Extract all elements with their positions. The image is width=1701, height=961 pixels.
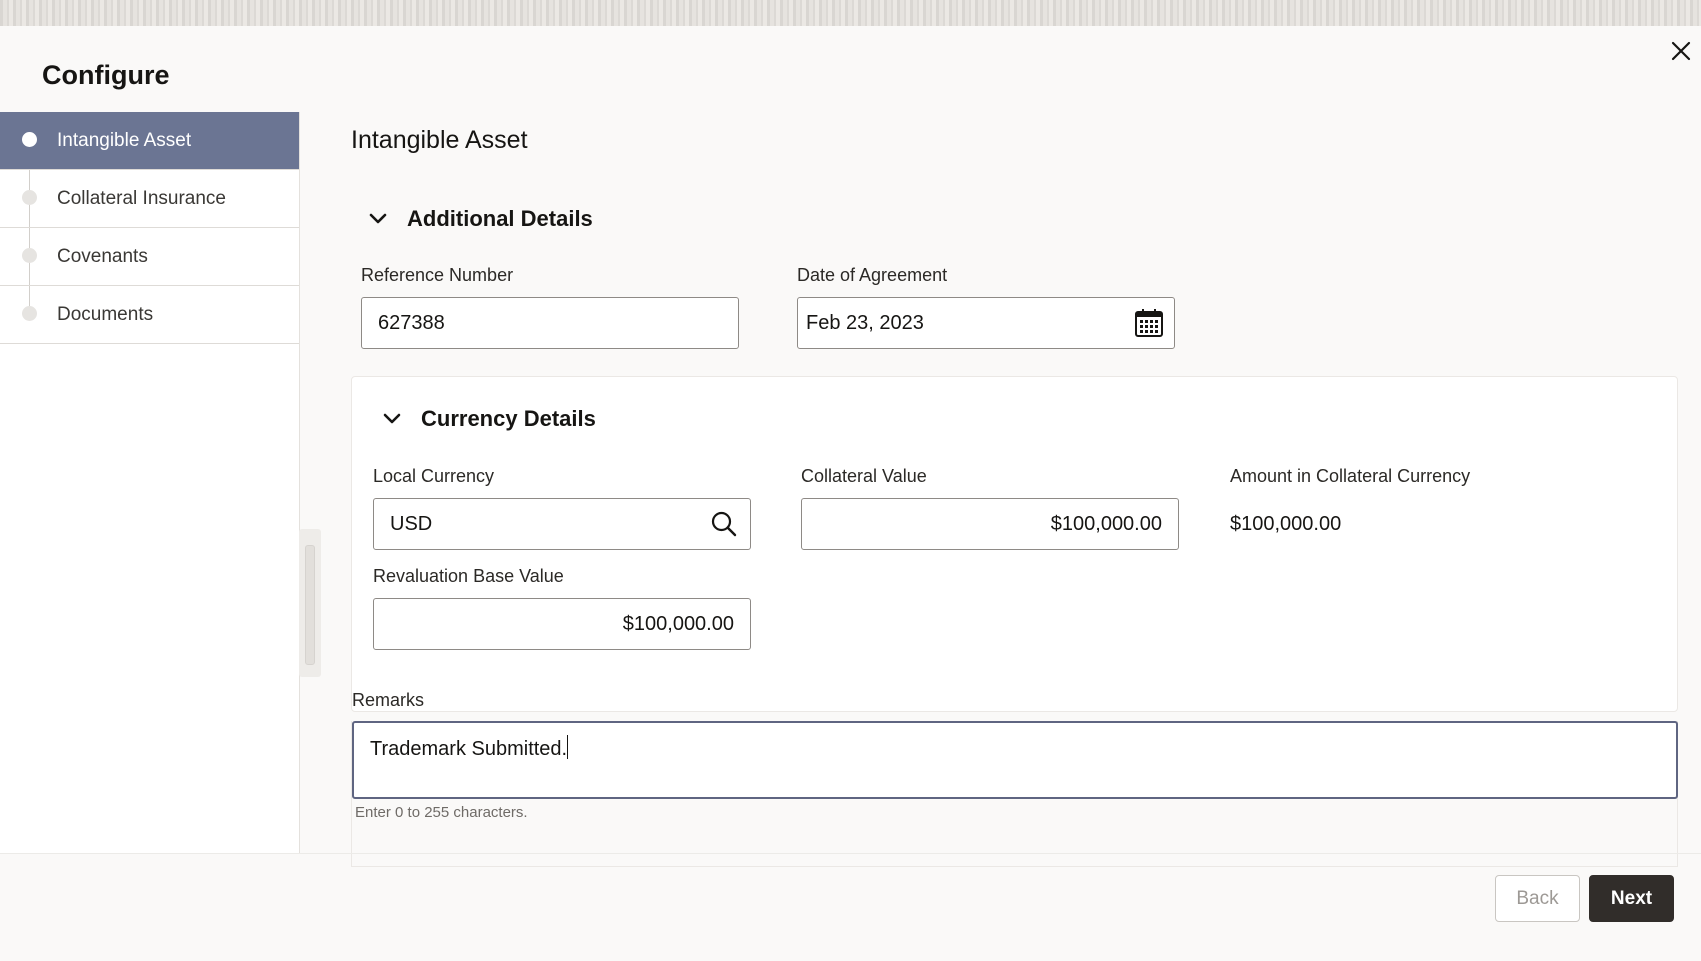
panel-splitter[interactable]	[299, 529, 321, 677]
revaluation-base-value-field[interactable]: $100,000.00	[373, 598, 751, 650]
step-intangible-asset[interactable]: Intangible Asset	[0, 112, 299, 170]
revaluation-base-value-label: Revaluation Base Value	[373, 566, 564, 586]
amount-in-collateral-currency-value: $100,000.00	[1230, 513, 1342, 535]
reference-number-value: 627388	[378, 311, 445, 334]
step-label: Intangible Asset	[57, 129, 192, 151]
currency-details-toggle[interactable]: Currency Details	[381, 406, 596, 432]
step-indicator	[22, 306, 37, 321]
chevron-down-icon	[383, 413, 401, 424]
collateral-value-value: $100,000.00	[1050, 512, 1162, 535]
text-cursor	[567, 735, 569, 759]
currency-details-header: Currency Details	[421, 406, 596, 431]
date-of-agreement-value: Feb 23, 2023	[806, 311, 924, 334]
additional-details-toggle[interactable]: Additional Details	[367, 206, 593, 232]
calendar-icon[interactable]	[1134, 308, 1164, 338]
local-currency-value: USD	[390, 512, 433, 535]
step-label: Collateral Insurance	[57, 187, 226, 209]
step-covenants[interactable]: Covenants	[0, 228, 299, 286]
search-icon[interactable]	[710, 510, 738, 538]
step-label: Documents	[57, 303, 154, 325]
footer-divider	[0, 853, 1701, 854]
collateral-value-field[interactable]: $100,000.00	[801, 498, 1179, 550]
remarks-textarea[interactable]: Trademark Submitted.	[352, 721, 1678, 799]
section-title: Intangible Asset	[351, 126, 528, 154]
step-documents[interactable]: Documents	[0, 286, 299, 344]
date-of-agreement-field[interactable]: Feb 23, 2023	[797, 297, 1175, 349]
reference-number-field[interactable]: 627388	[361, 297, 739, 349]
step-indicator	[22, 248, 37, 263]
dialog-title: Configure	[42, 60, 170, 90]
splitter-handle[interactable]	[305, 545, 315, 665]
close-icon	[1671, 41, 1691, 61]
collateral-value-label: Collateral Value	[801, 466, 927, 486]
next-button[interactable]: Next	[1589, 875, 1674, 922]
step-collateral-insurance[interactable]: Collateral Insurance	[0, 170, 299, 228]
back-button[interactable]: Back	[1495, 875, 1580, 922]
remarks-value: Trademark Submitted.	[370, 738, 568, 760]
date-of-agreement-label: Date of Agreement	[797, 265, 948, 285]
chevron-down-icon	[369, 213, 387, 224]
remarks-hint: Enter 0 to 255 characters.	[355, 804, 528, 821]
amount-in-collateral-currency-label: Amount in Collateral Currency	[1230, 466, 1471, 486]
background-strip	[0, 0, 1701, 26]
close-button[interactable]	[1666, 36, 1696, 66]
additional-details-header: Additional Details	[407, 206, 593, 231]
step-indicator	[22, 132, 37, 147]
step-navigation: Intangible Asset Collateral Insurance Co…	[0, 112, 300, 853]
remarks-label: Remarks	[352, 690, 425, 710]
configure-dialog: Configure Intangible Asset Collateral In…	[0, 26, 1701, 961]
step-indicator	[22, 190, 37, 205]
revaluation-base-value-value: $100,000.00	[622, 612, 734, 635]
step-label: Covenants	[57, 245, 148, 267]
reference-number-label: Reference Number	[361, 265, 514, 285]
local-currency-field[interactable]: USD	[373, 498, 751, 550]
local-currency-label: Local Currency	[373, 466, 495, 486]
